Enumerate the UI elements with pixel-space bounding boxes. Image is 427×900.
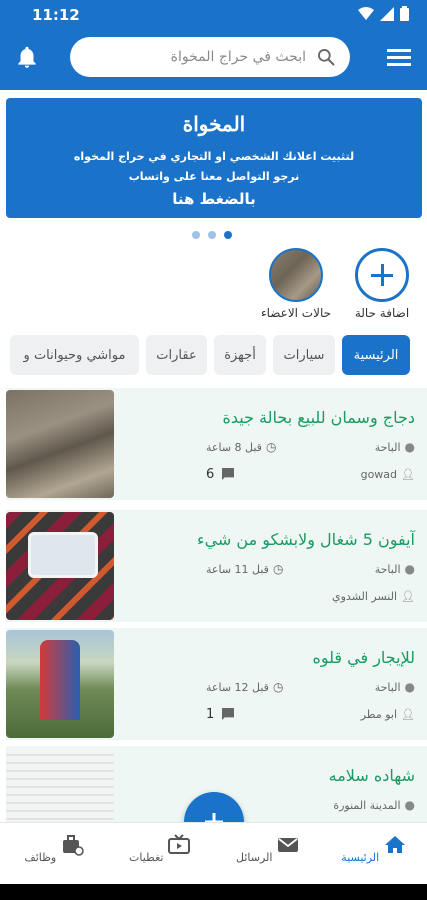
- system-gesture-bar: [0, 884, 427, 900]
- nav-messages[interactable]: الرسائل: [228, 833, 308, 864]
- tab-real-estate[interactable]: عقارات: [146, 335, 207, 375]
- time-text: قبل 8 ساعة: [206, 440, 262, 454]
- chat-icon: [222, 468, 235, 480]
- listing-thumbnail: [6, 748, 114, 822]
- comments-number: 6: [206, 466, 215, 482]
- listing-time: ◷ قبل 12 ساعة: [206, 680, 283, 694]
- user-text: ابو مطر: [360, 708, 398, 721]
- banner-logo: المخواة: [182, 112, 246, 136]
- nav-home[interactable]: الرئيسية: [334, 833, 414, 864]
- story-avatar: [269, 248, 323, 302]
- nav-coverage-label: تغطيات: [129, 851, 164, 864]
- location-text: الباحة: [374, 680, 401, 694]
- clock-icon: ◷: [272, 680, 284, 694]
- carousel-dot-active[interactable]: [224, 231, 232, 239]
- search-input[interactable]: ابحث في حراج المخواة: [70, 37, 350, 77]
- notification-bell-icon[interactable]: [14, 44, 40, 70]
- location-pin-icon: ●: [404, 562, 415, 576]
- person-icon: 👤︎: [401, 468, 415, 481]
- listing-title: دجاج وسمان للبيع بحالة جيدة: [222, 408, 415, 427]
- tab-livestock[interactable]: مواشي وحيوانات و: [10, 335, 139, 375]
- nav-jobs[interactable]: وظائف: [14, 833, 94, 864]
- comments-count: 1: [206, 706, 236, 722]
- listing-user: 👤︎ gowad: [361, 468, 415, 481]
- time-text: قبل 12 ساعة: [206, 680, 269, 694]
- location-text: الباحة: [374, 562, 401, 576]
- clock-icon: ◷: [272, 562, 284, 576]
- listing-title: آيفون 5 شغال ولابشكو من شيء: [197, 530, 415, 549]
- bottom-navigation: الرئيسية الرسائل تغطيات وظائف: [0, 822, 427, 884]
- briefcase-icon: [62, 835, 84, 856]
- story-label: اضافة حالة: [354, 306, 410, 320]
- comments-count: 6: [206, 466, 236, 482]
- listing-location: ● الباحة: [375, 680, 415, 694]
- user-text: النسر الشدوي: [332, 590, 398, 603]
- listing-location: ● الباحة: [375, 562, 415, 576]
- nav-coverage[interactable]: تغطيات: [120, 833, 200, 864]
- listing-card[interactable]: للإيجار في قلوه ● الباحة ◷ قبل 12 ساعة 👤…: [6, 628, 427, 740]
- category-tabs: الرئيسية سيارات أجهزة عقارات مواشي وحيوا…: [0, 335, 427, 377]
- location-pin-icon: ●: [404, 680, 415, 694]
- chat-icon: [222, 708, 235, 720]
- banner-line-1: لتثبيت اعلانك الشخصي او التجاري في حراج …: [73, 150, 355, 163]
- status-time: 11:12: [32, 6, 80, 24]
- comments-number: 1: [206, 706, 215, 722]
- app-header: 11:12 ابحث في حراج المخواة: [0, 0, 427, 90]
- location-text: الباحة: [374, 440, 401, 454]
- add-status-icon: [355, 248, 409, 302]
- carousel-dot[interactable]: [192, 231, 200, 239]
- menu-icon[interactable]: [387, 47, 411, 67]
- banner-line-2: نرجو التواصل معنا على واتساب: [128, 170, 300, 183]
- search-icon: [318, 49, 335, 66]
- listing-card[interactable]: آيفون 5 شغال ولابشكو من شيء ● الباحة ◷ ق…: [6, 510, 427, 622]
- person-icon: 👤︎: [401, 590, 415, 603]
- story-label: حالات الاعضاء: [260, 306, 332, 320]
- battery-icon: [400, 6, 409, 21]
- status-bar: 11:12: [0, 0, 427, 30]
- tv-icon: [167, 834, 190, 854]
- home-icon: [384, 836, 405, 853]
- search-placeholder: ابحث في حراج المخواة: [170, 49, 306, 65]
- listing-title: للإيجار في قلوه: [312, 648, 415, 667]
- listing-location: ● الباحة: [375, 440, 415, 454]
- wifi-icon: [358, 6, 374, 20]
- nav-messages-label: الرسائل: [236, 851, 273, 864]
- promo-banner[interactable]: المخواة لتثبيت اعلانك الشخصي او التجاري …: [6, 98, 422, 218]
- location-text: المدينة المنورة: [333, 798, 401, 812]
- signal-icon: [380, 6, 394, 21]
- members-status-story[interactable]: حالات الاعضاء: [254, 248, 338, 320]
- nav-home-label: الرئيسية: [341, 851, 380, 864]
- user-text: gowad: [360, 468, 398, 481]
- tab-devices[interactable]: أجهزة: [214, 335, 266, 375]
- nav-jobs-label: وظائف: [24, 851, 57, 864]
- mail-icon: [277, 838, 298, 852]
- listing-card[interactable]: دجاج وسمان للبيع بحالة جيدة ● الباحة ◷ ق…: [6, 388, 427, 500]
- listing-time: ◷ قبل 8 ساعة: [206, 440, 276, 454]
- location-pin-icon: ●: [404, 440, 415, 454]
- listing-user: 👤︎ النسر الشدوي: [332, 590, 415, 603]
- listing-user: 👤︎ ابو مطر: [361, 708, 415, 721]
- person-icon: 👤︎: [401, 708, 415, 721]
- carousel-dot[interactable]: [208, 231, 216, 239]
- carousel-dots: [192, 231, 232, 239]
- banner-cta: بالضغط هنا: [172, 190, 256, 208]
- status-icons: [358, 6, 409, 21]
- tab-home[interactable]: الرئيسية: [342, 335, 410, 375]
- listing-thumbnail: [6, 390, 114, 498]
- listing-thumbnail: [6, 630, 114, 738]
- tab-cars[interactable]: سيارات: [273, 335, 335, 375]
- clock-icon: ◷: [265, 440, 277, 454]
- listing-thumbnail: [6, 512, 114, 620]
- listing-location: ● المدينة المنورة: [333, 798, 415, 812]
- add-status-story[interactable]: اضافة حالة: [340, 248, 424, 320]
- location-pin-icon: ●: [404, 798, 415, 812]
- listing-time: ◷ قبل 11 ساعة: [206, 562, 283, 576]
- listing-title: شهاده سلامه: [328, 766, 415, 785]
- time-text: قبل 11 ساعة: [206, 562, 269, 576]
